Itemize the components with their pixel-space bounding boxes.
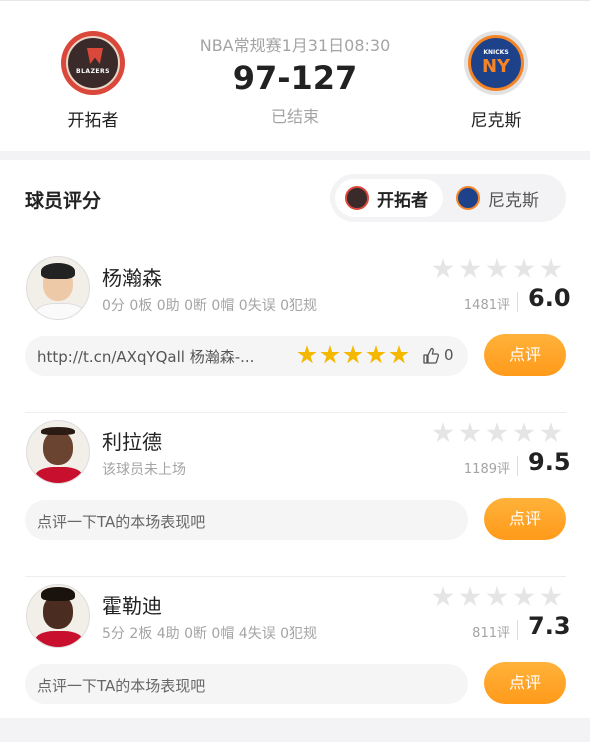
rating-stars[interactable] <box>432 586 567 608</box>
avatar[interactable] <box>26 256 90 320</box>
star-filled-icon <box>320 345 340 364</box>
avatar-hair <box>41 263 75 279</box>
rating-stars[interactable] <box>432 258 567 280</box>
game-header: BLAZERS 开拓者 NBA常规赛1月31日08:30 97-127 已结束 … <box>0 0 590 151</box>
player-card: 霍勒迪 5分 2板 4助 0断 0帽 4失误 0犯规 811评 7.3 点评一下… <box>0 578 590 742</box>
blazers-mark-icon <box>87 48 103 64</box>
star-icon[interactable] <box>459 258 481 279</box>
comment-text[interactable]: http://t.cn/AXqYQall 杨瀚森-... <box>37 346 297 367</box>
blazers-logo-inner: BLAZERS <box>66 36 120 90</box>
player-ratings-panel: 球员评分 开拓者 尼克斯 杨瀚森 0分 0板 0助 0断 0帽 0失误 0犯规 … <box>0 160 590 718</box>
game-status: 已结束 <box>270 107 319 126</box>
player-name[interactable]: 杨瀚森 <box>102 262 162 291</box>
game-info: NBA常规赛1月31日08:30 <box>199 36 391 55</box>
star-icon[interactable] <box>513 586 535 607</box>
avatar-hair <box>41 587 75 601</box>
star-icon[interactable] <box>432 422 454 443</box>
star-icon[interactable] <box>459 586 481 607</box>
team-switch: 开拓者 尼克斯 <box>330 174 566 222</box>
knicks-logo-text: KNICKS <box>483 49 509 56</box>
star-icon[interactable] <box>513 422 535 443</box>
star-icon[interactable] <box>540 422 562 443</box>
section-title: 球员评分 <box>25 190 102 212</box>
avatar-head <box>43 431 73 465</box>
blazers-logo[interactable]: BLAZERS <box>61 31 125 95</box>
star-icon[interactable] <box>486 422 508 443</box>
avatar-body <box>35 467 83 483</box>
avatar-hair <box>41 427 75 435</box>
top-comment[interactable]: http://t.cn/AXqYQall 杨瀚森-... 0 <box>25 336 468 376</box>
knicks-logo-ny: NY <box>481 56 511 77</box>
avatar-body <box>35 303 85 319</box>
player-score: 7.3 <box>528 612 571 640</box>
star-filled-icon <box>366 345 386 364</box>
avatar[interactable] <box>26 584 90 648</box>
blazers-mini-icon <box>345 186 369 210</box>
star-filled-icon <box>297 345 317 364</box>
avatar-body <box>35 631 83 647</box>
star-filled-icon <box>343 345 363 364</box>
home-team-name[interactable]: 开拓者 <box>43 106 143 131</box>
star-icon[interactable] <box>486 258 508 279</box>
review-button[interactable]: 点评 <box>484 662 566 704</box>
star-icon[interactable] <box>486 586 508 607</box>
star-icon[interactable] <box>432 258 454 279</box>
comment-stars <box>297 345 412 365</box>
divider <box>517 292 518 312</box>
rating-count: 811评 <box>472 626 510 641</box>
knicks-mini-icon <box>456 186 480 210</box>
player-card: 利拉德 该球员未上场 1189评 9.5 点评一下TA的本场表现吧 点评 <box>0 414 590 578</box>
rating-count: 1189评 <box>463 462 510 477</box>
divider <box>517 456 518 476</box>
comment-prompt-text[interactable]: 点评一下TA的本场表现吧 <box>37 675 205 696</box>
player-name[interactable]: 霍勒迪 <box>102 590 162 619</box>
star-icon[interactable] <box>432 586 454 607</box>
comment-prompt[interactable]: 点评一下TA的本场表现吧 <box>25 500 468 540</box>
rating-count: 1481评 <box>463 298 510 313</box>
star-icon[interactable] <box>540 586 562 607</box>
review-button[interactable]: 点评 <box>484 498 566 540</box>
game-score: 97-127 <box>232 59 358 97</box>
player-stats: 5分 2板 4助 0断 0帽 4失误 0犯规 <box>102 626 318 642</box>
knicks-logo[interactable]: KNICKS NY <box>464 31 528 95</box>
knicks-logo-inner: KNICKS NY <box>468 35 524 91</box>
review-button[interactable]: 点评 <box>484 334 566 376</box>
star-icon[interactable] <box>540 258 562 279</box>
thumbs-up-icon[interactable] <box>422 347 440 365</box>
blazers-logo-text: BLAZERS <box>76 68 110 75</box>
player-name[interactable]: 利拉德 <box>102 426 162 455</box>
star-filled-icon <box>389 345 409 364</box>
avatar[interactable] <box>26 420 90 484</box>
divider <box>517 620 518 640</box>
player-score: 9.5 <box>528 448 571 476</box>
player-stats: 该球员未上场 <box>102 462 186 478</box>
player-stats: 0分 0板 0助 0断 0帽 0失误 0犯规 <box>102 298 318 314</box>
tab-label: 开拓者 <box>377 190 428 211</box>
tab-blazers[interactable]: 开拓者 <box>335 179 443 217</box>
tab-knicks[interactable]: 尼克斯 <box>446 179 558 217</box>
like-count: 0 <box>444 346 454 364</box>
away-team-name[interactable]: 尼克斯 <box>446 106 546 131</box>
star-icon[interactable] <box>459 422 481 443</box>
rating-stars[interactable] <box>432 422 567 444</box>
player-card: 杨瀚森 0分 0板 0助 0断 0帽 0失误 0犯规 1481评 6.0 htt… <box>0 250 590 414</box>
comment-prompt-text[interactable]: 点评一下TA的本场表现吧 <box>37 511 205 532</box>
tab-label: 尼克斯 <box>488 190 539 211</box>
comment-prompt[interactable]: 点评一下TA的本场表现吧 <box>25 664 468 704</box>
star-icon[interactable] <box>513 258 535 279</box>
player-score: 6.0 <box>528 284 571 312</box>
row-divider <box>25 412 566 413</box>
row-divider <box>25 576 566 577</box>
